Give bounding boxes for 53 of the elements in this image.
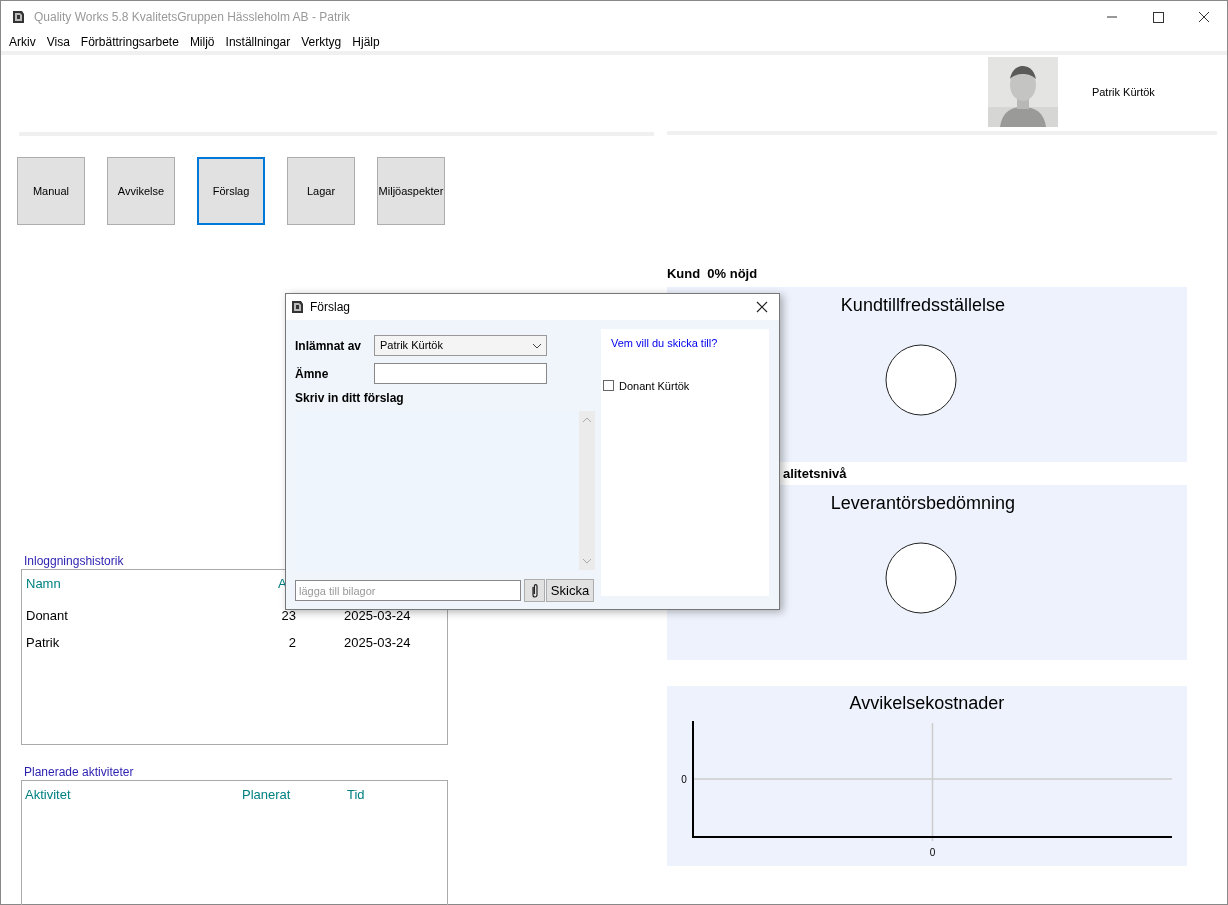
section-title: Inloggningshistorik: [24, 553, 124, 568]
menu-item[interactable]: Hjälp: [352, 32, 380, 51]
nav-button[interactable]: Förslag: [197, 157, 265, 225]
section-label: Kund 0% nöjd: [666, 266, 758, 282]
panel-title: Leverantörsbedömning: [830, 492, 1015, 514]
column-header: Tid: [347, 786, 365, 804]
column-header: Planerat: [242, 786, 291, 804]
nav-button[interactable]: Miljöaspekter: [377, 157, 445, 225]
menu-item[interactable]: Förbättringsarbete: [80, 32, 179, 51]
table-cell-text: 2025-03-24: [344, 634, 411, 652]
panel-title: Kundtillfredsställelse: [840, 294, 1005, 316]
subject-field[interactable]: [374, 363, 547, 384]
checkbox-label: Donant Kürtök: [619, 378, 690, 394]
table-cell-text: Patrik: [26, 634, 60, 652]
user-name: Patrik Kürtök: [1091, 84, 1155, 100]
app-icon: [10, 8, 26, 25]
scroll-up-icon[interactable]: [582, 417, 592, 423]
attach-button[interactable]: [524, 579, 545, 602]
axis-label: 0: [681, 774, 687, 785]
field-label: Skriv in ditt förslag: [295, 390, 405, 405]
scrollbar[interactable]: [579, 411, 595, 570]
column-header: Namn: [26, 575, 61, 593]
menu-item[interactable]: Visa: [46, 32, 70, 51]
checkbox[interactable]: [603, 380, 614, 392]
menu-item[interactable]: Verktyg: [301, 32, 342, 51]
field-label: Inlämnat av: [295, 337, 363, 355]
axis-label: 0: [929, 847, 936, 858]
column-header: Aktivitet: [25, 786, 71, 804]
send-button[interactable]: Skicka: [546, 579, 594, 602]
nav-button[interactable]: Lagar: [287, 157, 355, 225]
user-dropdown[interactable]: Patrik Kürtök: [374, 335, 547, 356]
menu-item[interactable]: Arkiv: [9, 32, 36, 51]
table-cell-text: Donant: [26, 607, 68, 625]
dialog-title: Förslag: [310, 299, 350, 316]
table-cell-text: 2025-03-24: [344, 607, 411, 625]
table-cell-text: 23: [281, 607, 296, 625]
attachment-field[interactable]: lägga till bilagor: [295, 580, 521, 601]
recipients-prompt: Vem vill du skicka till?: [611, 336, 719, 351]
close-icon[interactable]: [754, 299, 770, 315]
chart-title: Avvikelsekostnader: [848, 692, 1006, 714]
field-label: Ämne: [295, 365, 330, 383]
section-label: alitetsnivå: [782, 466, 847, 482]
section-title: Planerade aktiviteter: [24, 764, 134, 779]
nav-button[interactable]: Avvikelse: [107, 157, 175, 225]
caret-icon: [531, 341, 543, 350]
menu-item[interactable]: Miljö: [189, 32, 215, 51]
paperclip-icon: [530, 582, 539, 599]
table-cell-text: 2: [288, 634, 296, 652]
scroll-down-icon[interactable]: [582, 558, 592, 564]
window-title: Quality Works 5.8 KvalitetsGruppen Hässleholm AB - Patrik: [34, 8, 350, 26]
app-icon: [289, 299, 305, 315]
nav-button[interactable]: Manual: [17, 157, 85, 225]
menu-item[interactable]: Inställningar: [225, 32, 291, 51]
